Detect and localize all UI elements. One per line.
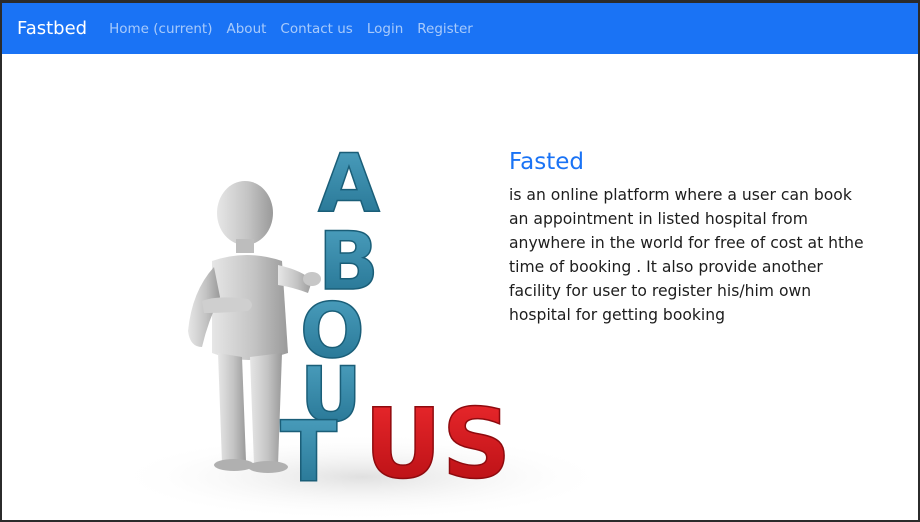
- about-heading: Fasted: [509, 149, 584, 175]
- about-content: Fasted is an online platform where a use…: [509, 149, 869, 327]
- nav-link-contact[interactable]: Contact us: [280, 21, 352, 37]
- letter-t: T: [280, 403, 337, 501]
- nav-link-home[interactable]: Home (current): [109, 21, 212, 37]
- nav-link-login[interactable]: Login: [367, 21, 403, 37]
- brand-link[interactable]: Fastbed: [17, 19, 87, 38]
- navbar: Fastbed Home (current) About Contact us …: [2, 3, 918, 54]
- browser-viewport: Fastbed Home (current) About Contact us …: [0, 0, 920, 522]
- about-description: is an online platform where a user can b…: [509, 185, 864, 324]
- floor-shadow: [112, 433, 608, 520]
- letters-us: US: [364, 388, 511, 500]
- nav-link-about[interactable]: About: [227, 21, 267, 37]
- nav-link-register[interactable]: Register: [417, 21, 473, 37]
